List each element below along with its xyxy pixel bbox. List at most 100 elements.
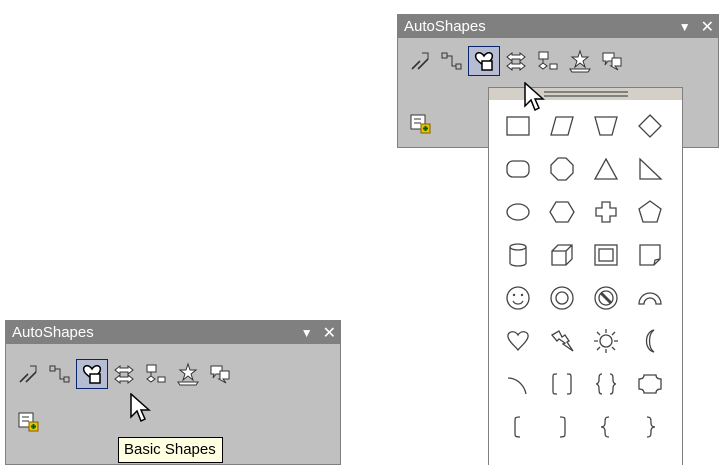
more-autoshapes-icon: [410, 114, 431, 134]
stars-banners-button[interactable]: [564, 46, 596, 76]
toolbar-options-icon[interactable]: ▼: [679, 20, 691, 34]
toolbar-title: AutoShapes: [404, 18, 486, 35]
block-arc-icon: [638, 291, 662, 305]
shape-regular-pentagon[interactable]: [628, 190, 672, 233]
folded-corner-icon: [639, 243, 661, 266]
shape-rounded-rectangle[interactable]: [496, 147, 540, 190]
shape-sun[interactable]: [584, 319, 628, 362]
toolbar-title-bar[interactable]: AutoShapes ▼ ✕: [6, 321, 340, 344]
shape-plaque[interactable]: [628, 362, 672, 405]
shape-parallelogram[interactable]: [540, 104, 584, 147]
basic-shapes-palette: [488, 87, 683, 465]
shape-cube[interactable]: [540, 233, 584, 276]
block-arrows-icon: [506, 51, 526, 72]
more-autoshapes-button[interactable]: [12, 406, 44, 436]
flowchart-button[interactable]: [140, 359, 172, 389]
basic-shapes-button[interactable]: [76, 359, 108, 389]
shape-can[interactable]: [496, 233, 540, 276]
donut-icon: [550, 285, 574, 310]
stars-banners-icon: [177, 362, 199, 386]
moon-icon: [645, 328, 655, 353]
right-brace-icon: [646, 415, 656, 438]
flowchart-button[interactable]: [532, 46, 564, 76]
shape-right-triangle[interactable]: [628, 147, 672, 190]
diamond-icon: [638, 113, 662, 138]
shape-isosceles-triangle[interactable]: [584, 147, 628, 190]
parallelogram-icon: [550, 115, 574, 136]
rectangle-icon: [506, 115, 530, 136]
shape-diamond[interactable]: [628, 104, 672, 147]
sun-icon: [594, 328, 618, 353]
mouse-cursor-icon: [130, 393, 151, 423]
isosceles-triangle-icon: [593, 157, 619, 180]
shape-oval[interactable]: [496, 190, 540, 233]
toolbar-options-icon[interactable]: ▼: [301, 326, 313, 340]
cube-icon: [551, 243, 573, 266]
stars-banners-icon: [569, 49, 591, 73]
connectors-icon: [49, 365, 70, 383]
regular-pentagon-icon: [638, 199, 662, 223]
double-bracket-icon: [552, 372, 572, 395]
shape-right-bracket[interactable]: [540, 405, 584, 448]
shape-left-brace[interactable]: [584, 405, 628, 448]
callouts-icon: [210, 365, 230, 384]
smiley-face-icon: [506, 285, 530, 310]
shape-donut[interactable]: [540, 276, 584, 319]
palette-drag-handle[interactable]: [489, 88, 682, 100]
flowchart-icon: [146, 364, 166, 383]
callouts-icon: [602, 52, 622, 71]
shape-octagon[interactable]: [540, 147, 584, 190]
shape-lightning-bolt[interactable]: [540, 319, 584, 362]
shapes-grid: [489, 100, 682, 448]
cross-icon: [595, 200, 617, 223]
lines-icon: [411, 52, 429, 70]
more-autoshapes-button[interactable]: [404, 108, 436, 138]
basic-shapes-button[interactable]: [468, 46, 500, 76]
shape-smiley-face[interactable]: [496, 276, 540, 319]
callouts-button[interactable]: [204, 359, 236, 389]
close-icon[interactable]: ✕: [701, 17, 714, 37]
stars-banners-button[interactable]: [172, 359, 204, 389]
flowchart-icon: [538, 51, 558, 70]
toolbar-title-bar[interactable]: AutoShapes ▼ ✕: [398, 15, 718, 38]
shape-double-brace[interactable]: [584, 362, 628, 405]
oval-icon: [506, 202, 530, 221]
lightning-bolt-icon: [551, 329, 574, 352]
toolbar-more-row: [6, 405, 340, 437]
shape-bevel[interactable]: [584, 233, 628, 276]
left-bracket-icon: [514, 415, 521, 438]
connectors-button[interactable]: [44, 359, 76, 389]
shape-no-symbol[interactable]: [584, 276, 628, 319]
heart-icon: [507, 330, 529, 351]
shape-double-bracket[interactable]: [540, 362, 584, 405]
shape-trapezoid[interactable]: [584, 104, 628, 147]
octagon-icon: [550, 156, 574, 181]
shape-block-arc[interactable]: [628, 276, 672, 319]
double-brace-icon: [595, 372, 617, 395]
lines-button[interactable]: [404, 46, 436, 76]
shape-arc[interactable]: [496, 362, 540, 405]
block-arrows-button[interactable]: [108, 359, 140, 389]
lines-button[interactable]: [12, 359, 44, 389]
rounded-rectangle-icon: [506, 159, 530, 178]
connectors-button[interactable]: [436, 46, 468, 76]
tooltip: Basic Shapes: [118, 437, 223, 463]
mouse-cursor-icon: [524, 82, 545, 112]
shape-left-bracket[interactable]: [496, 405, 540, 448]
right-bracket-icon: [559, 415, 566, 438]
arc-icon: [507, 376, 527, 394]
shape-right-brace[interactable]: [628, 405, 672, 448]
shape-cross[interactable]: [584, 190, 628, 233]
shape-heart[interactable]: [496, 319, 540, 362]
right-triangle-icon: [639, 156, 663, 180]
basic-shapes-icon: [474, 52, 494, 71]
shape-folded-corner[interactable]: [628, 233, 672, 276]
callouts-button[interactable]: [596, 46, 628, 76]
can-icon: [509, 242, 527, 267]
close-icon[interactable]: ✕: [323, 323, 336, 343]
no-symbol-icon: [594, 285, 618, 310]
shape-hexagon[interactable]: [540, 190, 584, 233]
block-arrows-button[interactable]: [500, 46, 532, 76]
shape-moon[interactable]: [628, 319, 672, 362]
toolbar-buttons: [6, 358, 340, 390]
